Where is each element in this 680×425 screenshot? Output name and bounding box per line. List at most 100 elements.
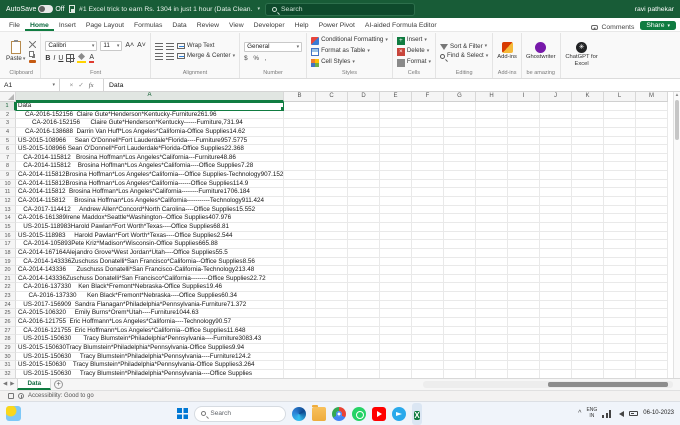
cell-J22[interactable] <box>540 283 572 293</box>
cell-H19[interactable] <box>476 257 508 267</box>
cell-M8[interactable] <box>636 162 668 172</box>
cell-J28[interactable] <box>540 335 572 344</box>
cell-C27[interactable] <box>316 326 348 336</box>
tab-review[interactable]: Review <box>192 21 224 31</box>
cell-L13[interactable] <box>604 205 636 215</box>
cell-D5[interactable] <box>348 136 380 146</box>
cell-I30[interactable] <box>508 352 540 362</box>
cell-D7[interactable] <box>348 153 380 163</box>
cell-G16[interactable] <box>444 231 476 241</box>
cell-B27[interactable] <box>284 326 316 336</box>
cell-M23[interactable] <box>636 292 668 301</box>
cell-H24[interactable] <box>476 300 508 310</box>
cell-A16[interactable]: US-2015-118983 Harold Pawlan*Fort Worth*… <box>16 231 284 241</box>
save-icon[interactable] <box>68 5 76 13</box>
comments-button[interactable]: Comments <box>585 24 640 31</box>
cell-F32[interactable] <box>412 369 444 378</box>
cell-M24[interactable] <box>636 300 668 310</box>
addins-button[interactable]: Add-ins <box>497 34 517 69</box>
cell-J20[interactable] <box>540 266 572 275</box>
cell-D4[interactable] <box>348 127 380 137</box>
cell-D31[interactable] <box>348 361 380 370</box>
cell-D11[interactable] <box>348 188 380 198</box>
cell-A26[interactable]: CA-2016-121755 Eric Hoffmann*Los Angeles… <box>16 318 284 327</box>
row-header-26[interactable]: 26 <box>0 318 16 327</box>
merge-center-button[interactable]: Merge & Center ▾ <box>176 53 235 60</box>
cell-F14[interactable] <box>412 214 444 223</box>
cell-G23[interactable] <box>444 292 476 301</box>
cell-L10[interactable] <box>604 179 636 189</box>
cell-D6[interactable] <box>348 145 380 154</box>
document-title[interactable]: #1 Excel trick to earn Rs. 1304 in just … <box>79 6 253 13</box>
fx-icon[interactable]: fx <box>89 82 94 89</box>
cell-C3[interactable] <box>316 119 348 128</box>
cell-J31[interactable] <box>540 361 572 370</box>
underline-button[interactable]: U <box>58 55 63 62</box>
cell-B18[interactable] <box>284 248 316 258</box>
cell-G12[interactable] <box>444 197 476 206</box>
cell-G20[interactable] <box>444 266 476 275</box>
cell-E2[interactable] <box>380 110 412 120</box>
cell-B6[interactable] <box>284 145 316 154</box>
cell-I18[interactable] <box>508 248 540 258</box>
cell-I26[interactable] <box>508 318 540 327</box>
cell-H17[interactable] <box>476 240 508 249</box>
cell-A9[interactable]: CA-2014-115812Brosina Hoffman*Los Angele… <box>16 171 284 180</box>
cell-J3[interactable] <box>540 119 572 128</box>
cell-M12[interactable] <box>636 197 668 206</box>
cell-I2[interactable] <box>508 110 540 120</box>
tab-developer[interactable]: Developer <box>249 21 290 31</box>
cell-L20[interactable] <box>604 266 636 275</box>
cell-C26[interactable] <box>316 318 348 327</box>
insert-button[interactable]: + Insert ▾ <box>396 36 431 45</box>
row-header-23[interactable]: 23 <box>0 292 16 301</box>
horizontal-scrollbar[interactable] <box>423 381 673 388</box>
cell-H21[interactable] <box>476 274 508 284</box>
cell-I19[interactable] <box>508 257 540 267</box>
cell-J8[interactable] <box>540 162 572 172</box>
cell-F23[interactable] <box>412 292 444 301</box>
cell-K8[interactable] <box>572 162 604 172</box>
cell-H29[interactable] <box>476 343 508 353</box>
cell-L28[interactable] <box>604 335 636 344</box>
cell-E18[interactable] <box>380 248 412 258</box>
cell-C30[interactable] <box>316 352 348 362</box>
cell-K30[interactable] <box>572 352 604 362</box>
cell-M1[interactable] <box>636 102 668 111</box>
cell-C29[interactable] <box>316 343 348 353</box>
cell-A20[interactable]: CA-2014-143336 Zuschuss Donatelli*San Fr… <box>16 266 284 275</box>
cell-B5[interactable] <box>284 136 316 146</box>
column-header-C[interactable]: C <box>316 92 348 102</box>
cell-K5[interactable] <box>572 136 604 146</box>
row-header-18[interactable]: 18 <box>0 248 16 258</box>
cell-A32[interactable]: US-2015-150630 Tracy Blumstein*Philadelp… <box>16 369 284 378</box>
cell-C25[interactable] <box>316 309 348 319</box>
cell-G25[interactable] <box>444 309 476 319</box>
cell-F21[interactable] <box>412 274 444 284</box>
cell-E28[interactable] <box>380 335 412 344</box>
cell-K15[interactable] <box>572 222 604 232</box>
cell-K23[interactable] <box>572 292 604 301</box>
font-size-combo[interactable]: 11 ▾ <box>100 40 123 51</box>
cell-M27[interactable] <box>636 326 668 336</box>
cell-A18[interactable]: CA-2014-167164Alejandro Grove*West Jorda… <box>16 248 284 258</box>
cell-B22[interactable] <box>284 283 316 293</box>
cell-L1[interactable] <box>604 102 636 111</box>
row-header-11[interactable]: 11 <box>0 188 16 198</box>
cell-F2[interactable] <box>412 110 444 120</box>
cell-A27[interactable]: CA-2016-121755 Eric Hoffmann*Los Angeles… <box>16 326 284 336</box>
cancel-icon[interactable]: × <box>70 82 74 89</box>
cell-L25[interactable] <box>604 309 636 319</box>
cell-I21[interactable] <box>508 274 540 284</box>
user-name[interactable]: ravi pathekar <box>635 6 674 13</box>
cell-I17[interactable] <box>508 240 540 249</box>
cell-B4[interactable] <box>284 127 316 137</box>
cell-C18[interactable] <box>316 248 348 258</box>
cell-G7[interactable] <box>444 153 476 163</box>
cell-H16[interactable] <box>476 231 508 241</box>
cell-A3[interactable]: CA-2016-152156 Claire Gute*Henderson*Ken… <box>16 119 284 128</box>
cell-I4[interactable] <box>508 127 540 137</box>
cell-E32[interactable] <box>380 369 412 378</box>
sheet-nav-right-icon[interactable]: ▶ <box>10 381 14 388</box>
cell-J6[interactable] <box>540 145 572 154</box>
